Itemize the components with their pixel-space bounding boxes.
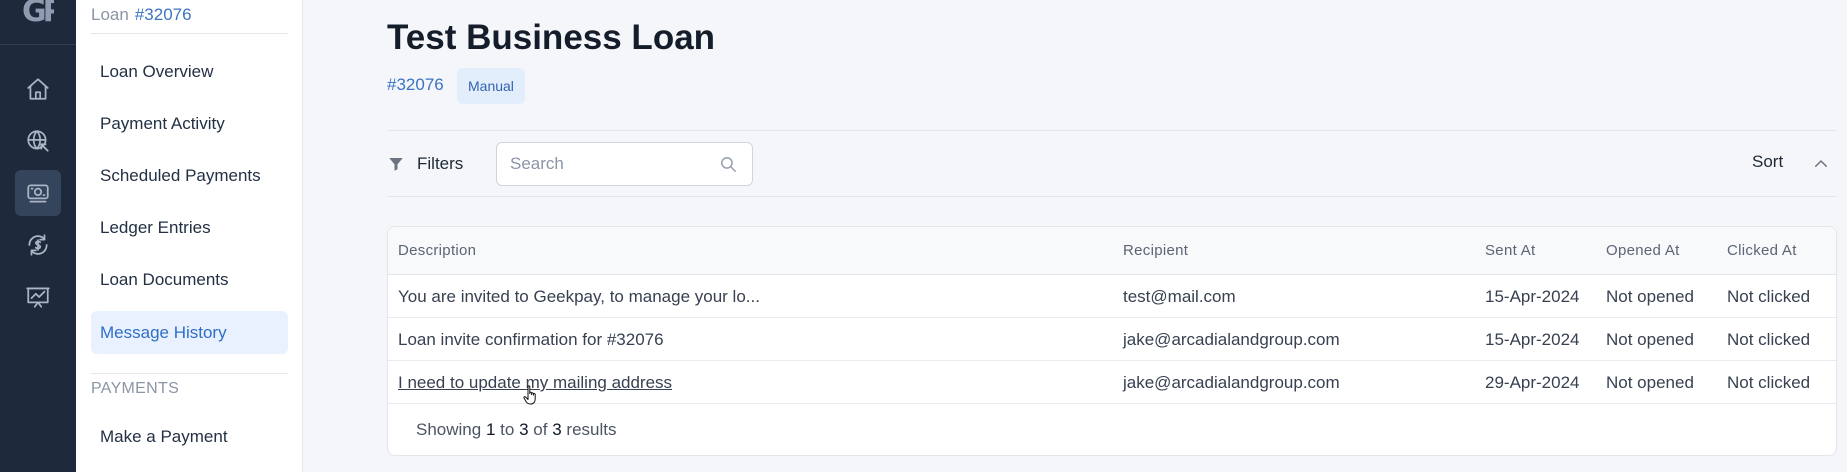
cell-clicked-at: Not clicked xyxy=(1727,330,1811,349)
nav-payment-activity[interactable]: Payment Activity xyxy=(91,102,288,145)
table-row[interactable]: You are invited to Geekpay, to manage yo… xyxy=(388,275,1836,318)
toolbar-divider-bottom xyxy=(387,196,1837,197)
breadcrumb-loan-number[interactable]: #32076 xyxy=(135,5,192,24)
pagination-from: 1 xyxy=(485,420,496,439)
table-header: Description Recipient Sent At Opened At … xyxy=(388,227,1836,275)
cell-sent-at: 15-Apr-2024 xyxy=(1485,287,1580,306)
filter-icon xyxy=(389,158,403,171)
cell-recipient: jake@arcadialandgroup.com xyxy=(1123,330,1340,349)
icon-rail: GP xyxy=(0,0,76,472)
pagination-summary: Showing 1 to 3 of 3 results xyxy=(416,420,616,440)
cell-sent-at: 15-Apr-2024 xyxy=(1485,330,1580,349)
cell-opened-at: Not opened xyxy=(1606,287,1694,306)
rail-payments-button[interactable] xyxy=(15,222,61,268)
rail-globe-button[interactable] xyxy=(15,118,61,164)
cash-icon xyxy=(27,184,49,203)
breadcrumb-label: Loan xyxy=(91,5,129,24)
filters-label: Filters xyxy=(417,154,464,173)
sort-button[interactable]: Sort xyxy=(1752,152,1783,172)
pagination-of-word: of xyxy=(533,420,548,439)
column-header-clicked-at[interactable]: Clicked At xyxy=(1727,242,1797,259)
page-title: Test Business Loan xyxy=(387,18,716,57)
search-box xyxy=(496,142,753,186)
cell-opened-at: Not opened xyxy=(1606,373,1694,392)
globe-icon xyxy=(27,130,49,152)
pagination-suffix: results xyxy=(566,420,617,439)
cell-recipient: test@mail.com xyxy=(1123,287,1236,306)
loan-id: #32076 xyxy=(387,75,444,94)
collapse-toggle[interactable] xyxy=(1812,155,1830,173)
breadcrumb: Loan #32076 xyxy=(91,5,192,25)
pagination-prefix: Showing xyxy=(416,420,482,439)
filters-button[interactable]: Filters xyxy=(387,152,463,176)
nav-loan-documents[interactable]: Loan Documents xyxy=(91,258,288,301)
search-input[interactable] xyxy=(497,143,717,185)
home-icon xyxy=(27,78,49,100)
rail-loans-button[interactable] xyxy=(15,170,61,216)
subnav-divider xyxy=(91,33,288,34)
subnav-divider xyxy=(91,373,288,374)
loan-subnav: Loan #32076 Loan Overview Payment Activit… xyxy=(76,0,303,472)
rail-home-button[interactable] xyxy=(15,66,61,112)
chart-board-icon xyxy=(26,287,50,308)
cell-clicked-at: Not clicked xyxy=(1727,287,1811,306)
cell-sent-at: 29-Apr-2024 xyxy=(1485,373,1580,392)
nav-make-a-payment[interactable]: Make a Payment xyxy=(91,415,288,458)
chevron-up-icon xyxy=(1815,160,1827,167)
cell-description[interactable]: You are invited to Geekpay, to manage yo… xyxy=(398,287,760,307)
hand-cursor-icon xyxy=(523,385,536,405)
nav-message-history[interactable]: Message History xyxy=(91,311,288,354)
cell-description[interactable]: Loan invite confirmation for #32076 xyxy=(398,330,664,350)
nav-loan-overview[interactable]: Loan Overview xyxy=(91,50,288,93)
pagination-to-word: to xyxy=(500,420,515,439)
app-logo[interactable]: GP xyxy=(22,0,54,28)
dollar-cycle-icon xyxy=(28,234,48,256)
cell-recipient: jake@arcadialandgroup.com xyxy=(1123,373,1340,392)
column-header-description[interactable]: Description xyxy=(398,242,476,259)
table-row[interactable]: I need to update my mailing address jake… xyxy=(388,361,1836,404)
nav-ledger-entries[interactable]: Ledger Entries xyxy=(91,206,288,249)
column-header-sent-at[interactable]: Sent At xyxy=(1485,242,1535,259)
cell-clicked-at: Not clicked xyxy=(1727,373,1811,392)
search-icon[interactable] xyxy=(719,155,738,174)
column-header-opened-at[interactable]: Opened At xyxy=(1606,242,1680,259)
cell-opened-at: Not opened xyxy=(1606,330,1694,349)
pagination-to: 3 xyxy=(519,420,529,439)
table-row[interactable]: Loan invite confirmation for #32076 jake… xyxy=(388,318,1836,361)
rail-reports-button[interactable] xyxy=(15,274,61,320)
toolbar-divider-top xyxy=(387,130,1837,131)
rail-divider xyxy=(0,44,76,45)
nav-scheduled-payments[interactable]: Scheduled Payments xyxy=(91,154,288,197)
column-header-recipient[interactable]: Recipient xyxy=(1123,242,1188,259)
message-history-table: Description Recipient Sent At Opened At … xyxy=(387,226,1837,456)
pagination-total: 3 xyxy=(552,420,562,439)
nav-section-payments: PAYMENTS xyxy=(91,380,180,397)
status-badge: Manual xyxy=(457,68,525,104)
